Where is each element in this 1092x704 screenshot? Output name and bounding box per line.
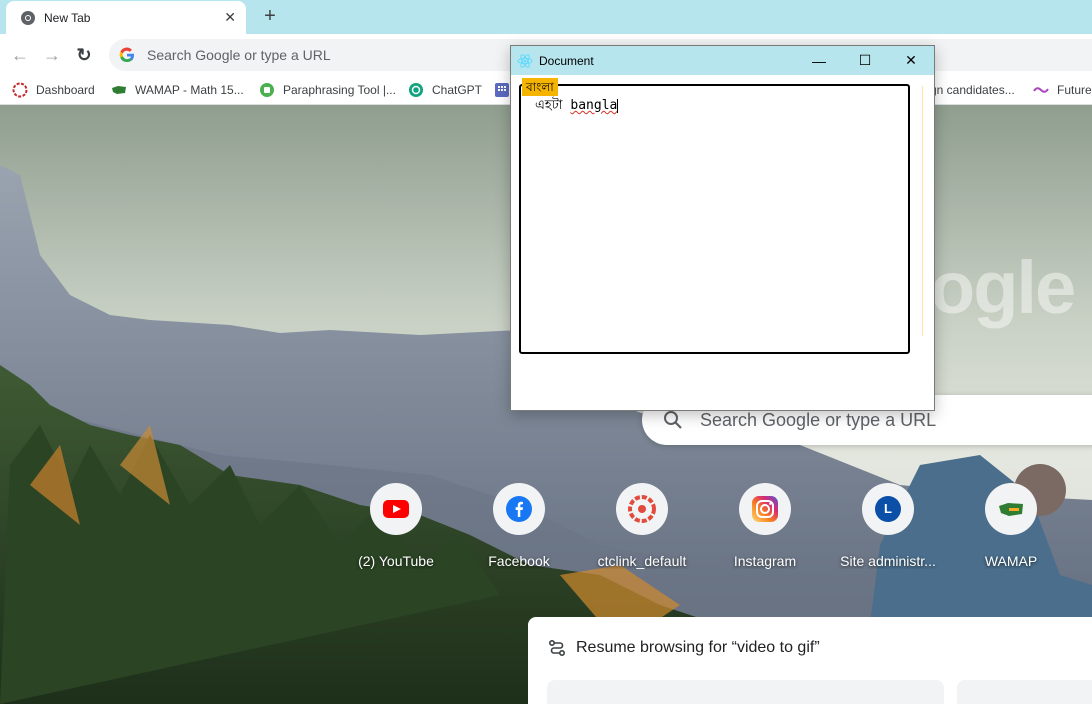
- shortcut-icon-circle: [493, 483, 545, 535]
- resume-browsing-header: Resume browsing for “video to gif”: [548, 639, 820, 657]
- bookmark-label: gn candidates...: [930, 83, 1015, 97]
- tab-close-icon[interactable]: ✕: [224, 9, 236, 26]
- shortcut-label: ctclink_default: [597, 553, 687, 569]
- google-logo: ogle: [930, 246, 1076, 329]
- reload-button[interactable]: ↻: [72, 43, 96, 67]
- shortcut-icon-circle: [739, 483, 791, 535]
- language-badge[interactable]: বাংলা: [522, 78, 558, 96]
- shortcut-instagram[interactable]: Instagram: [710, 483, 820, 569]
- close-button[interactable]: ✕: [888, 46, 934, 75]
- search-icon: [664, 411, 682, 429]
- journey-icon: [548, 639, 566, 657]
- shortcut-icon-circle: [370, 483, 422, 535]
- editor-content: এহটা bangla: [535, 96, 619, 117]
- bookmark-candidates[interactable]: gn candidates...: [930, 82, 1015, 98]
- site-admin-icon: L: [875, 496, 901, 522]
- maximize-button[interactable]: ☐: [842, 46, 888, 75]
- editor-scroll-edge: [920, 86, 923, 336]
- resume-browsing-title: Resume browsing for “video to gif”: [576, 639, 820, 656]
- bookmark-future[interactable]: Future: [1033, 82, 1092, 98]
- shortcut-label: Site administr...: [840, 553, 936, 569]
- dashboard-icon: [12, 82, 28, 98]
- text-caret: [617, 98, 619, 113]
- bookmark-label: ChatGPT: [432, 83, 483, 97]
- bookmark-label: WAMAP - Math 15...: [135, 83, 244, 97]
- resume-tile[interactable]: [547, 680, 944, 704]
- shortcut-label: Facebook: [488, 553, 550, 569]
- shortcut-site-administration[interactable]: L Site administr...: [833, 483, 943, 569]
- tab-title: New Tab: [44, 10, 91, 25]
- document-titlebar[interactable]: Document — ☐ ✕: [511, 46, 934, 75]
- react-icon: [517, 53, 533, 68]
- document-title: Document: [539, 53, 594, 68]
- bookmark-label: Future: [1057, 83, 1092, 97]
- shortcut-wamap[interactable]: WAMAP: [956, 483, 1066, 569]
- resume-tile[interactable]: [957, 680, 1092, 704]
- shortcut-icon-circle: [985, 483, 1037, 535]
- shortcut-label: (2) YouTube: [358, 553, 434, 569]
- future-icon: [1033, 87, 1049, 93]
- tab-strip: New Tab ✕ +: [0, 0, 1092, 34]
- bookmark-wamap[interactable]: WAMAP - Math 15...: [111, 82, 244, 98]
- text-editor[interactable]: বাংলা এহটা bangla: [519, 78, 910, 354]
- ctclink-icon: [628, 495, 656, 523]
- shortcut-youtube[interactable]: (2) YouTube: [341, 483, 451, 569]
- back-button[interactable]: ←: [8, 43, 32, 67]
- tab-new-tab[interactable]: New Tab ✕: [6, 1, 246, 34]
- bookmark-chatgpt[interactable]: ChatGPT: [408, 82, 482, 98]
- shortcut-facebook[interactable]: Facebook: [464, 483, 574, 569]
- editor-text-latin: bangla: [570, 98, 618, 113]
- new-tab-button[interactable]: +: [258, 4, 282, 28]
- resume-browsing-card[interactable]: Resume browsing for “video to gif”: [528, 617, 1092, 704]
- paraphrase-icon: [260, 83, 274, 97]
- bookmark-label: Dashboard: [36, 83, 95, 97]
- youtube-icon: [383, 500, 409, 518]
- bookmark-paraphrasing[interactable]: Paraphrasing Tool |...: [259, 82, 396, 98]
- forward-button[interactable]: →: [40, 43, 64, 67]
- shortcut-icon-circle: L: [862, 483, 914, 535]
- ntp-search-input[interactable]: [698, 408, 1082, 432]
- chrome-icon: [21, 10, 35, 25]
- minimize-button[interactable]: —: [796, 46, 842, 75]
- document-window: Document — ☐ ✕ বাংলা এহটা bangla: [510, 45, 935, 411]
- chatgpt-icon: [409, 83, 423, 97]
- wamap-icon: [999, 503, 1023, 516]
- shortcut-ctclink[interactable]: ctclink_default: [587, 483, 697, 569]
- editor-text-bangla: এহটা: [535, 98, 563, 113]
- apps-grid-icon: [495, 83, 509, 97]
- wamap-icon: [112, 86, 126, 94]
- shortcut-label: WAMAP: [984, 553, 1038, 569]
- bookmark-label: Paraphrasing Tool |...: [283, 83, 396, 97]
- google-g-icon: [119, 47, 134, 63]
- shortcut-icon-circle: [616, 483, 668, 535]
- instagram-icon: [752, 496, 778, 522]
- bookmark-dashboard[interactable]: Dashboard: [12, 82, 95, 98]
- shortcut-label: Instagram: [733, 553, 797, 569]
- facebook-icon: [506, 496, 532, 522]
